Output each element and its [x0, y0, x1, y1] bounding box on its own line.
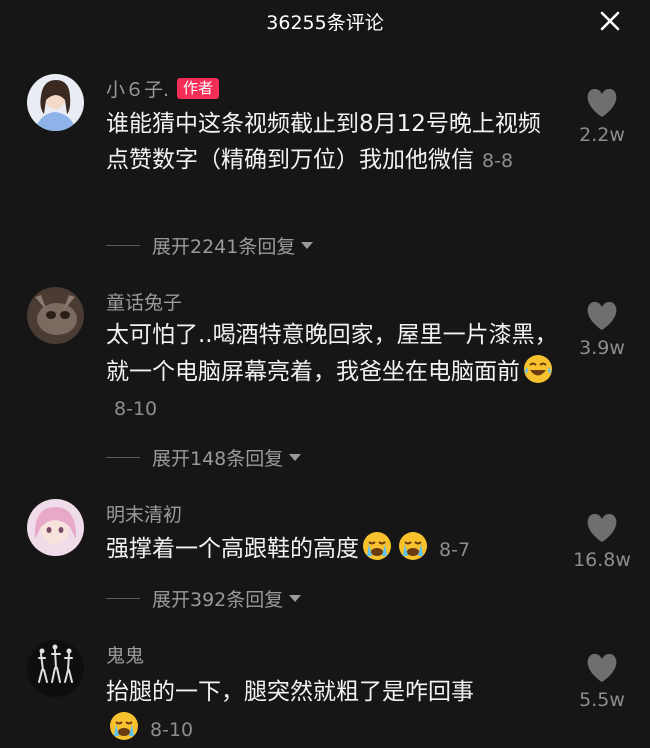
comment-text: 谁能猜中这条视频截止到8月12号晚上视频点赞数字（精确到万位）我加他微信 8-8 — [106, 106, 561, 179]
comment-item: 小６子. 作者 谁能猜中这条视频截止到8月12号晚上视频点赞数字（精确到万位）我… — [0, 74, 650, 258]
username[interactable]: 小６子. — [106, 75, 169, 102]
heart-icon — [587, 513, 617, 542]
like-button[interactable]: 2.2w — [570, 88, 634, 146]
like-count: 16.8w — [573, 549, 631, 571]
username[interactable]: 童话兔子 — [106, 288, 182, 315]
comment-count-title: 36255条评论 — [266, 12, 384, 34]
chevron-down-icon — [301, 241, 314, 249]
crying-emoji-icon — [361, 530, 393, 562]
like-count: 3.9w — [579, 337, 625, 359]
comment-date: 8-10 — [114, 398, 158, 420]
comment-item: 童话兔子 太可怕了..喝酒特意晚回家，屋里一片漆黑，就一个电脑屏幕亮着，我爸坐在… — [0, 287, 650, 470]
comment-body: 强撑着一个高跟鞋的高度 — [106, 536, 359, 562]
comment-date: 8-7 — [439, 539, 471, 561]
like-count: 5.5w — [579, 689, 625, 711]
crying-emoji-icon — [397, 530, 429, 562]
author-badge: 作者 — [177, 77, 220, 99]
expand-replies-label: 展开2241条回复 — [152, 235, 296, 258]
close-icon — [600, 11, 620, 31]
laugh-crying-emoji-icon — [522, 353, 554, 385]
comment-header: 鬼鬼 — [106, 640, 144, 668]
comment-item: 鬼鬼 抬腿的一下，腿突然就粗了是咋回事 8-10 5.5w — [0, 640, 650, 747]
comment-header: 明末清初 — [106, 499, 182, 527]
comment-text: 强撑着一个高跟鞋的高度 8-7 — [106, 530, 561, 568]
expand-replies-button[interactable]: 展开2241条回复 — [106, 231, 314, 259]
expand-replies-button[interactable]: 展开148条回复 — [106, 443, 302, 471]
reply-divider — [106, 244, 140, 246]
comment-body: 太可怕了..喝酒特意晚回家，屋里一片漆黑，就一个电脑屏幕亮着，我爸坐在电脑面前 — [106, 322, 558, 385]
crying-emoji-icon — [108, 710, 140, 742]
heart-icon — [587, 301, 617, 330]
comment-header: 童话兔子 — [106, 287, 182, 315]
avatar[interactable] — [27, 499, 84, 556]
comment-text: 抬腿的一下，腿突然就粗了是咋回事 8-10 — [106, 674, 561, 748]
reply-divider — [106, 456, 140, 458]
expand-replies-label: 展开148条回复 — [152, 447, 284, 470]
expand-replies-label: 展开392条回复 — [152, 588, 284, 611]
avatar[interactable] — [27, 74, 84, 131]
like-button[interactable]: 3.9w — [570, 301, 634, 359]
chevron-down-icon — [289, 453, 302, 461]
heart-icon — [587, 653, 617, 682]
reply-divider — [106, 597, 140, 599]
comment-date: 8-10 — [150, 719, 194, 741]
username[interactable]: 鬼鬼 — [106, 641, 144, 668]
comment-body: 谁能猜中这条视频截止到8月12号晚上视频点赞数字（精确到万位）我加他微信 — [106, 111, 541, 173]
close-button[interactable] — [598, 9, 622, 33]
comment-date: 8-8 — [482, 150, 514, 172]
like-count: 2.2w — [579, 124, 625, 146]
heart-icon — [587, 88, 617, 117]
expand-replies-button[interactable]: 展开392条回复 — [106, 584, 302, 612]
comment-text: 太可怕了..喝酒特意晚回家，屋里一片漆黑，就一个电脑屏幕亮着，我爸坐在电脑面前 8… — [106, 317, 561, 427]
like-button[interactable]: 5.5w — [570, 653, 634, 711]
chevron-down-icon — [289, 594, 302, 602]
comment-item: 明末清初 强撑着一个高跟鞋的高度 8-7 16.8w 展开392条回复 — [0, 499, 650, 619]
comments-header: 36255条评论 — [0, 0, 650, 44]
like-button[interactable]: 16.8w — [570, 513, 634, 571]
avatar[interactable] — [27, 287, 84, 344]
avatar[interactable] — [27, 640, 84, 697]
comment-body: 抬腿的一下，腿突然就粗了是咋回事 — [106, 679, 474, 705]
username[interactable]: 明末清初 — [106, 500, 182, 527]
comment-header: 小６子. 作者 — [106, 74, 220, 102]
